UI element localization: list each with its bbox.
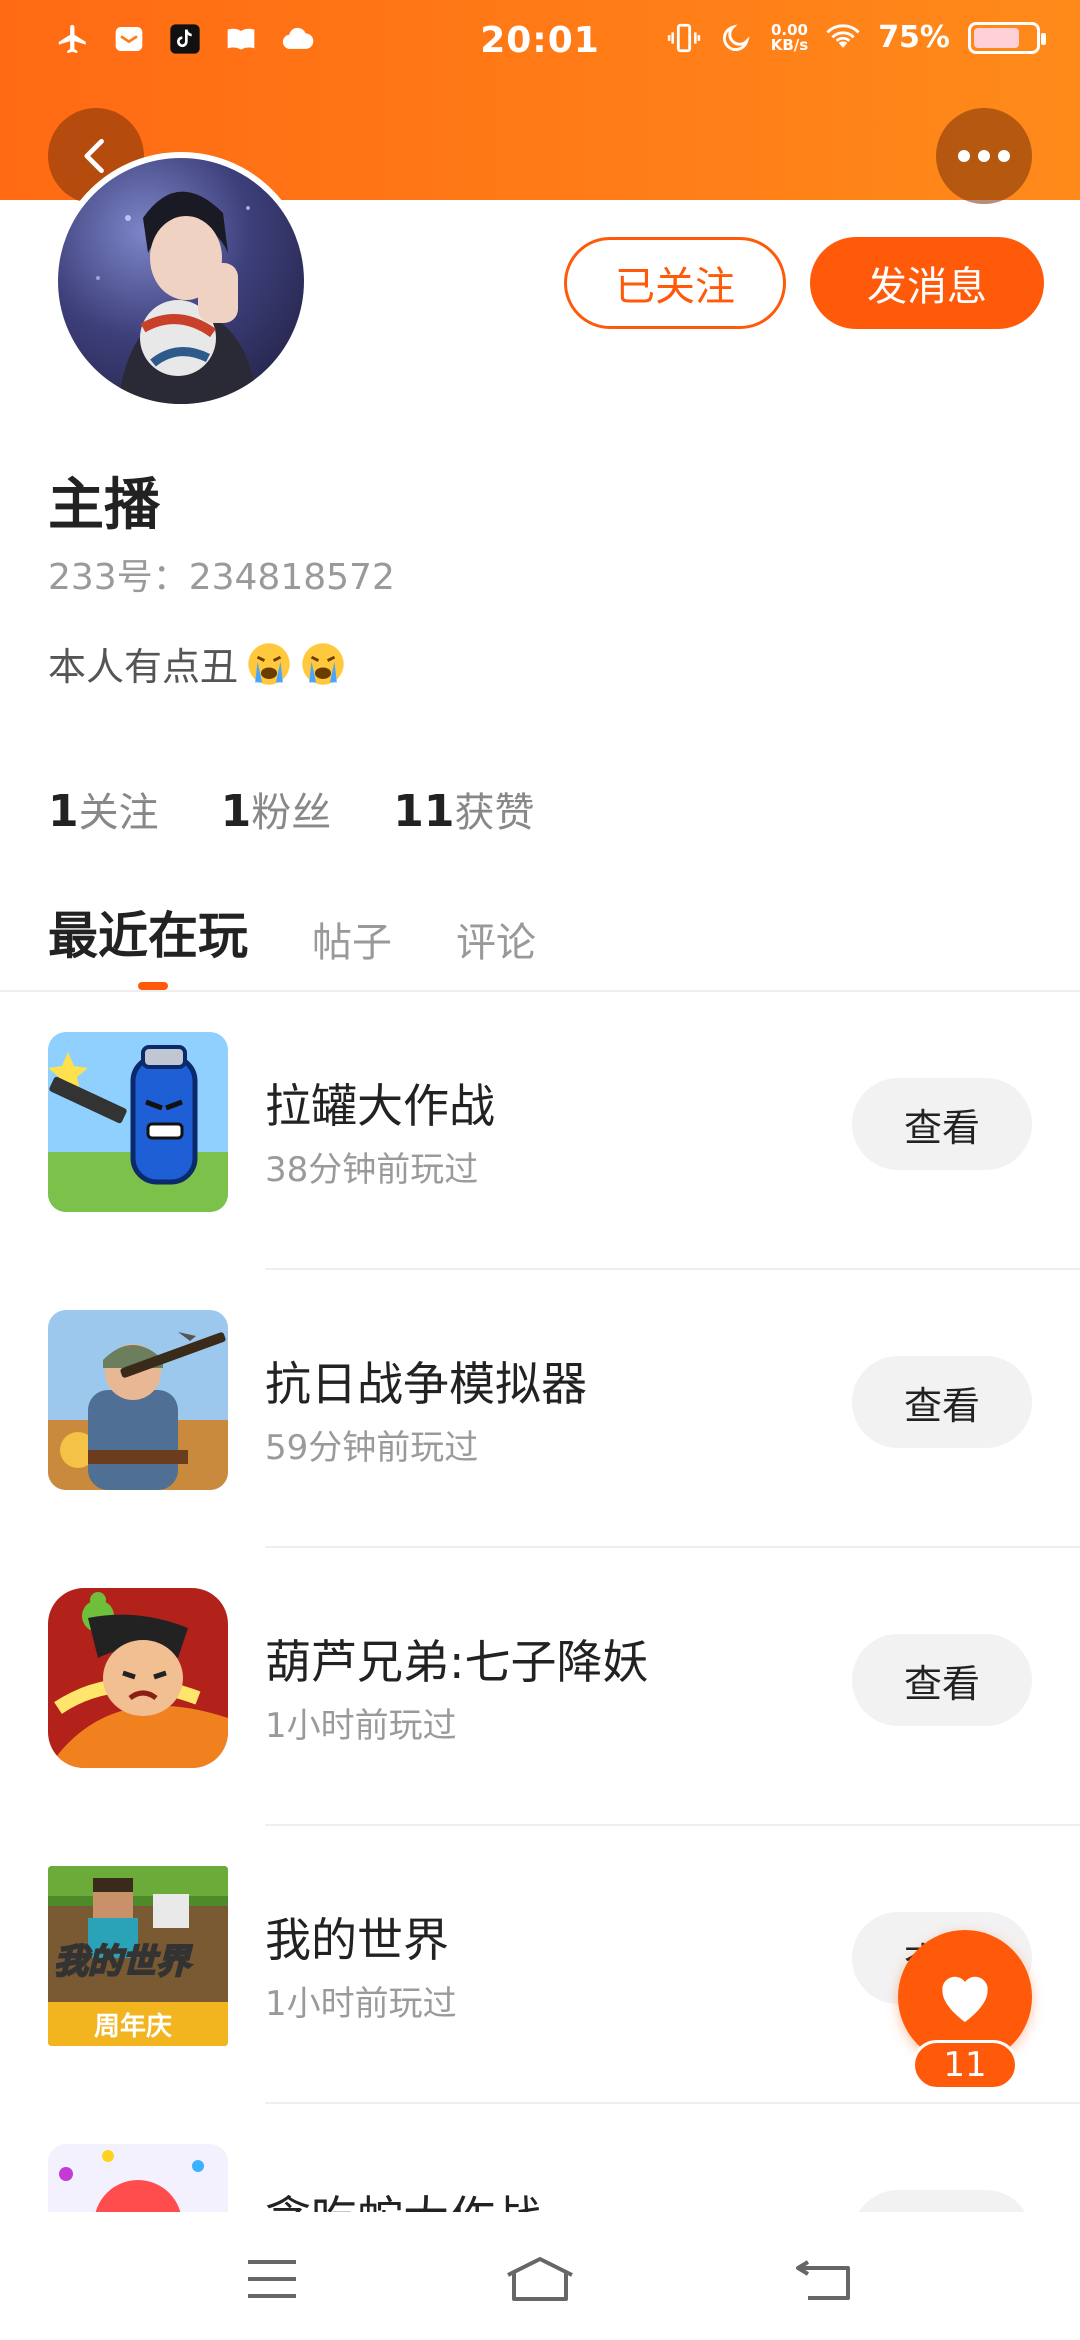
bio: 本人有点丑 <box>48 636 346 691</box>
list-item[interactable]: 葫芦兄弟:七子降妖 1小时前玩过 查看 <box>0 1548 1080 1826</box>
profile-screen: 20:01 0.00 KB/s 75% 已关注 发消息 主播 233号：2348… <box>0 0 1080 2340</box>
system-nav-bar <box>0 2220 1080 2340</box>
return-icon <box>796 2260 850 2300</box>
username: 主播 <box>48 473 160 538</box>
game-name: 抗日战争模拟器 <box>265 1357 587 1411</box>
send-message-button[interactable]: 发消息 <box>810 237 1044 329</box>
battery-icon <box>968 21 1046 54</box>
list-item[interactable]: 抗日战争模拟器 59分钟前玩过 查看 <box>0 1270 1080 1548</box>
tab-posts[interactable]: 帖子 <box>312 910 392 968</box>
stat-likes-count: 11 <box>393 786 455 837</box>
stat-followers-count: 1 <box>220 786 252 837</box>
home-icon <box>507 2257 573 2301</box>
stat-likes[interactable]: 11获赞 <box>393 780 534 838</box>
game-last-played: 38分钟前玩过 <box>265 1150 479 1190</box>
game-name: 我的世界 <box>265 1913 449 1967</box>
status-bar: 20:01 0.00 KB/s 75% <box>0 0 1080 86</box>
heart-icon <box>942 1976 988 2022</box>
view-button[interactable]: 查看 <box>852 1078 1032 1170</box>
tab-recently-played[interactable]: 最近在玩 <box>48 896 248 968</box>
game-icon-title: 我的世界 <box>53 1941 191 1983</box>
profile-stats: 1关注 1粉丝 11获赞 <box>48 780 534 838</box>
game-icon <box>48 1032 228 1212</box>
list-item[interactable]: 拉罐大作战 38分钟前玩过 查看 <box>0 992 1080 1270</box>
profile-tabs: 最近在玩 帖子 评论 <box>48 896 536 968</box>
active-tab-indicator <box>138 982 168 990</box>
stat-followers-label: 粉丝 <box>251 790 332 836</box>
stat-followers[interactable]: 1粉丝 <box>221 780 332 838</box>
nav-menu-button[interactable] <box>232 2244 312 2314</box>
nav-home-button[interactable] <box>500 2244 580 2314</box>
vibrate-icon <box>667 21 701 55</box>
menu-icon <box>248 2260 296 2298</box>
battery-level <box>974 27 1019 48</box>
avatar[interactable] <box>52 152 310 410</box>
avatar-image <box>96 191 258 404</box>
like-count-badge: 11 <box>912 2040 1018 2090</box>
tab-comments[interactable]: 评论 <box>456 910 536 968</box>
view-button[interactable]: 查看 <box>852 1634 1032 1726</box>
followed-button[interactable]: 已关注 <box>564 237 786 329</box>
game-icon <box>48 1310 228 1490</box>
game-icon-subtitle: 周年庆 <box>94 2012 173 2042</box>
game-last-played: 59分钟前玩过 <box>265 1428 479 1468</box>
more-options-button[interactable] <box>936 108 1032 204</box>
more-dots-icon <box>958 150 1010 162</box>
stat-following-label: 关注 <box>78 790 159 836</box>
battery-percent: 75% <box>878 20 950 55</box>
game-name: 葫芦兄弟:七子降妖 <box>265 1635 649 1689</box>
crying-emoji-icon <box>248 642 290 685</box>
stat-likes-label: 获赞 <box>454 790 535 836</box>
game-name: 拉罐大作战 <box>265 1079 495 1133</box>
net-speed: 0.00 KB/s <box>770 22 809 54</box>
game-icon: 我的世界 周年庆 <box>48 1866 228 2046</box>
wifi-icon <box>826 21 860 55</box>
user-id: 233号：234818572 <box>48 557 395 598</box>
view-button[interactable]: 查看 <box>852 1356 1032 1448</box>
stat-following[interactable]: 1关注 <box>48 780 159 838</box>
game-last-played: 1小时前玩过 <box>265 1706 457 1746</box>
net-speed-unit: KB/s <box>770 35 809 54</box>
game-last-played: 1小时前玩过 <box>265 1984 457 2024</box>
moon-icon <box>719 21 753 55</box>
stat-following-count: 1 <box>48 786 79 837</box>
nav-back-button[interactable] <box>784 2244 864 2314</box>
crying-emoji-icon <box>302 642 344 685</box>
game-icon <box>48 1588 228 1768</box>
bio-text: 本人有点丑 <box>48 645 239 689</box>
